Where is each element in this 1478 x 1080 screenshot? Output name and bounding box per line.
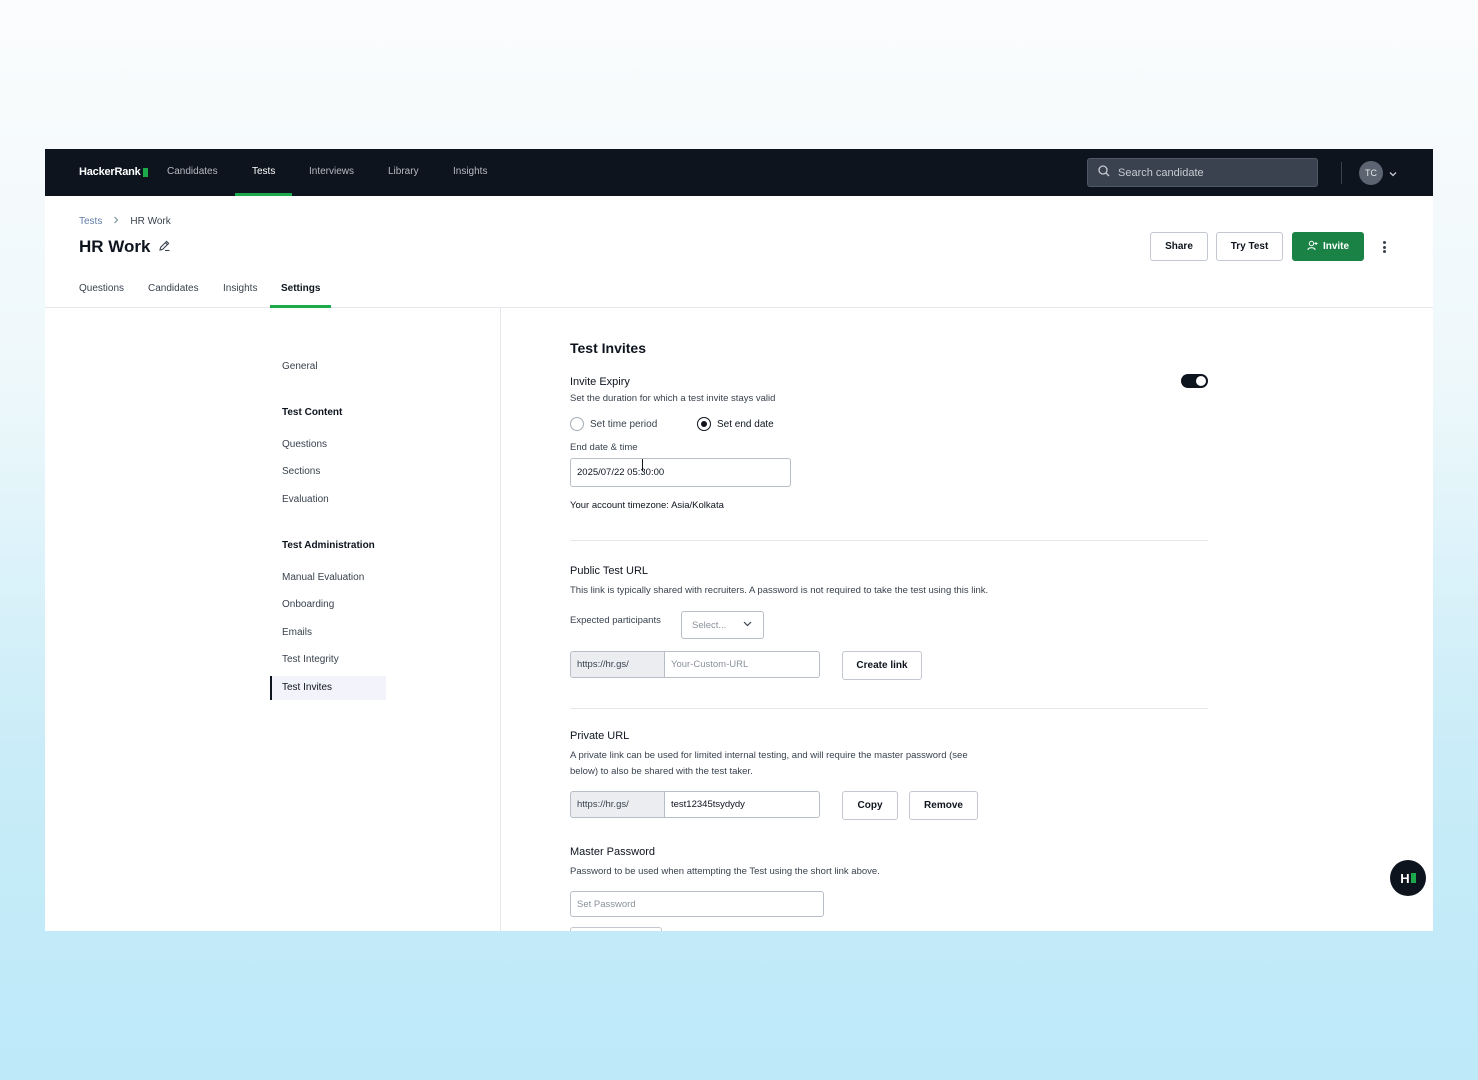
search-icon (1098, 164, 1110, 182)
nav-link-interviews[interactable]: Interviews (309, 166, 354, 177)
radio-label: Set time period (590, 418, 658, 430)
add-user-icon (1307, 240, 1318, 254)
app-window: HackerRank Candidates Tests Interviews L… (45, 149, 1433, 931)
master-password-description: Password to be used when attempting the … (570, 866, 880, 877)
private-url-input[interactable]: test12345tsydydy (664, 791, 820, 818)
try-test-button[interactable]: Try Test (1216, 232, 1283, 261)
copy-button-label: Copy (857, 800, 883, 811)
more-options-icon[interactable] (1379, 239, 1389, 255)
invite-button-label: Invite (1322, 241, 1350, 252)
public-url-label: Public Test URL (570, 565, 649, 577)
nav-link-insights[interactable]: Insights (453, 166, 487, 177)
edit-pencil-icon[interactable] (158, 237, 171, 257)
public-url-prefix: https://hr.gs/ (570, 651, 665, 678)
select-placeholder: Select... (692, 619, 727, 631)
expected-participants-label: Expected participants (570, 615, 661, 626)
share-button[interactable]: Share (1150, 232, 1208, 261)
sidebar-item-test-integrity[interactable]: Test Integrity (282, 654, 339, 665)
breadcrumb-tests[interactable]: Tests (79, 216, 102, 227)
section-title: Test Invites (570, 340, 646, 356)
nav-link-candidates[interactable]: Candidates (167, 166, 218, 177)
help-button-text: H (1400, 870, 1410, 886)
breadcrumb-current: HR Work (130, 216, 171, 227)
section-divider (570, 708, 1208, 709)
section-divider (570, 540, 1208, 541)
logo-text: HackerRank (79, 166, 141, 178)
top-navigation: HackerRank Candidates Tests Interviews L… (45, 149, 1433, 196)
help-chat-button[interactable]: H (1390, 860, 1426, 896)
page-title: HR Work (79, 237, 171, 257)
chevron-right-icon (112, 216, 120, 227)
nav-link-tests[interactable]: Tests (252, 166, 275, 177)
tab-candidates[interactable]: Candidates (148, 283, 199, 294)
sidebar-item-questions[interactable]: Questions (282, 439, 327, 450)
radio-circle-selected (697, 417, 711, 431)
sidebar-item-general[interactable]: General (282, 361, 318, 372)
tab-settings[interactable]: Settings (281, 283, 320, 294)
radio-label: Set end date (717, 418, 774, 430)
logo-mark (142, 167, 148, 177)
create-link-label: Create link (856, 660, 908, 671)
nav-link-library[interactable]: Library (388, 166, 419, 177)
invite-expiry-label: Invite Expiry (570, 376, 630, 388)
save-password-button-partial[interactable] (570, 927, 662, 931)
breadcrumb: Tests HR Work (79, 216, 171, 227)
custom-url-input[interactable]: Your-Custom-URL (664, 651, 820, 678)
remove-button-label: Remove (924, 800, 963, 811)
create-link-button[interactable]: Create link (842, 651, 922, 680)
copy-button[interactable]: Copy (842, 791, 898, 820)
sidebar-item-emails[interactable]: Emails (282, 627, 312, 638)
master-password-input[interactable]: Set Password (570, 891, 824, 917)
remove-button[interactable]: Remove (909, 791, 978, 820)
chevron-down-icon (742, 618, 753, 632)
invite-expiry-description: Set the duration for which a test invite… (570, 393, 776, 404)
search-candidate-input[interactable]: Search candidate (1087, 158, 1318, 187)
text-cursor (642, 459, 643, 471)
toggle-knob (1196, 376, 1206, 386)
end-date-label: End date & time (570, 442, 638, 453)
nav-divider (1341, 162, 1342, 184)
chevron-down-icon[interactable] (1388, 166, 1398, 184)
help-logo-mark (1410, 873, 1416, 883)
master-password-label: Master Password (570, 846, 655, 858)
try-test-button-label: Try Test (1230, 241, 1269, 252)
nav-active-indicator (235, 193, 292, 196)
avatar[interactable]: TC (1359, 161, 1383, 185)
radio-set-time-period[interactable]: Set time period (570, 417, 657, 431)
tab-questions[interactable]: Questions (79, 283, 124, 294)
invite-button[interactable]: Invite (1292, 232, 1364, 261)
private-url-prefix: https://hr.gs/ (570, 791, 665, 818)
sidebar-heading-test-content: Test Content (282, 407, 343, 418)
sidebar-item-onboarding[interactable]: Onboarding (282, 599, 334, 610)
hackerrank-logo[interactable]: HackerRank (79, 166, 148, 178)
tab-active-indicator (270, 305, 331, 308)
timezone-text: Your account timezone: Asia/Kolkata (570, 498, 724, 514)
end-date-input[interactable]: 2025/07/22 05:30:00 (570, 458, 791, 487)
timezone-prefix: Your account timezone: (570, 500, 669, 511)
private-url-description-line2: below) to also be shared with the test t… (570, 766, 753, 777)
expected-participants-select[interactable]: Select... (681, 611, 764, 639)
tab-insights[interactable]: Insights (223, 283, 257, 294)
sidebar-item-test-invites[interactable]: Test Invites (282, 682, 332, 693)
share-button-label: Share (1165, 241, 1193, 252)
private-url-description-line1: A private link can be used for limited i… (570, 750, 968, 761)
invite-expiry-toggle[interactable] (1181, 374, 1208, 388)
test-tabs: Questions Candidates Insights Settings (45, 279, 1433, 308)
sidebar-item-evaluation[interactable]: Evaluation (282, 494, 329, 505)
timezone-value: Asia/Kolkata (671, 500, 724, 511)
page-title-text: HR Work (79, 237, 151, 256)
public-url-description: This link is typically shared with recru… (570, 585, 989, 596)
sidebar-item-manual-evaluation[interactable]: Manual Evaluation (282, 572, 364, 583)
radio-circle (570, 417, 584, 431)
private-url-label: Private URL (570, 730, 630, 742)
sidebar-heading-test-administration: Test Administration (282, 540, 375, 551)
sidebar-divider (500, 308, 501, 931)
sidebar-item-sections[interactable]: Sections (282, 466, 320, 477)
search-placeholder: Search candidate (1118, 166, 1204, 179)
radio-set-end-date[interactable]: Set end date (697, 417, 774, 431)
